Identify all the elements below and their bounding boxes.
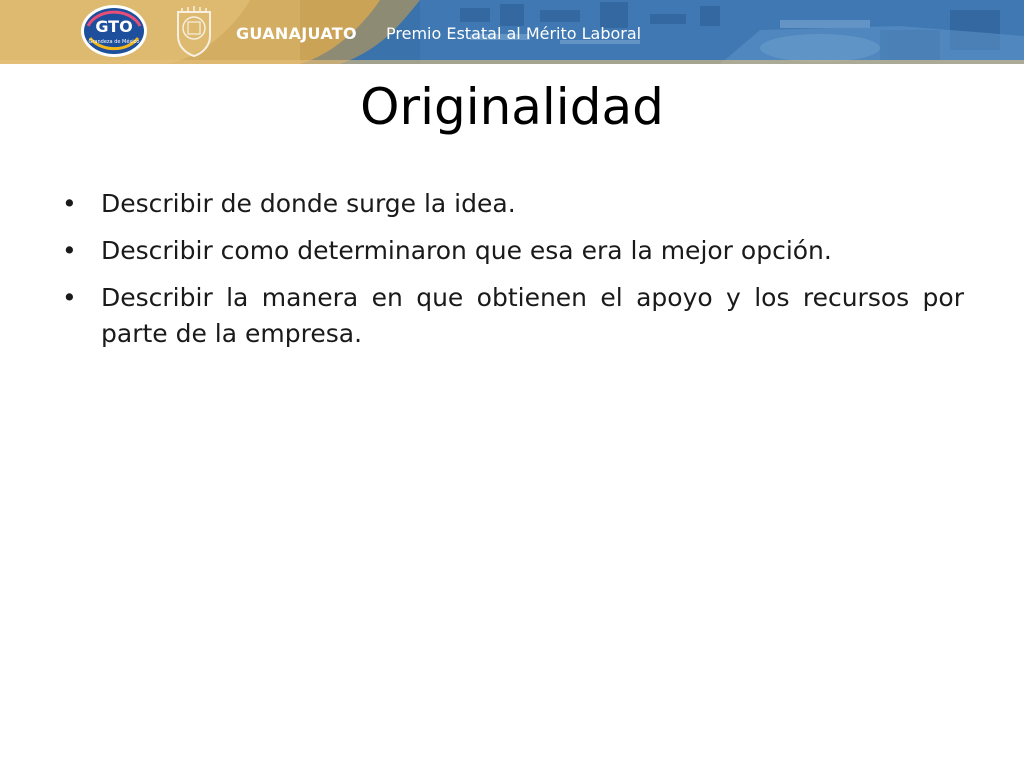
bullet-item: Describir como determinaron que esa era … [60,233,964,269]
bullet-item: Describir la manera en que obtienen el a… [60,280,964,352]
bullet-item: Describir de donde surge la idea. [60,186,964,222]
gto-logo-subtext: Grandeza de México [88,39,140,45]
gto-logo-text: GTO [95,17,133,36]
bullet-icon [62,233,77,269]
state-name: GUANAJUATO [236,24,357,43]
gto-logo: GTO Grandeza de México [80,4,148,58]
header-banner: GTO Grandeza de México GUANAJUATO Premio… [0,0,1024,64]
award-name: Premio Estatal al Mérito Laboral [386,24,642,43]
slide-title: Originalidad [360,78,664,136]
slide: GTO Grandeza de México GUANAJUATO Premio… [0,0,1024,768]
bullet-list: Describir de donde surge la idea. Descri… [60,186,964,363]
bullet-icon [62,280,77,316]
state-seal [172,6,216,58]
coat-of-arms-icon [177,6,211,58]
bullet-icon [62,186,77,222]
bullet-text: Describir como determinaron que esa era … [101,236,832,265]
bullet-text: Describir la manera en que obtienen el a… [101,283,964,348]
bullet-text: Describir de donde surge la idea. [101,189,516,218]
